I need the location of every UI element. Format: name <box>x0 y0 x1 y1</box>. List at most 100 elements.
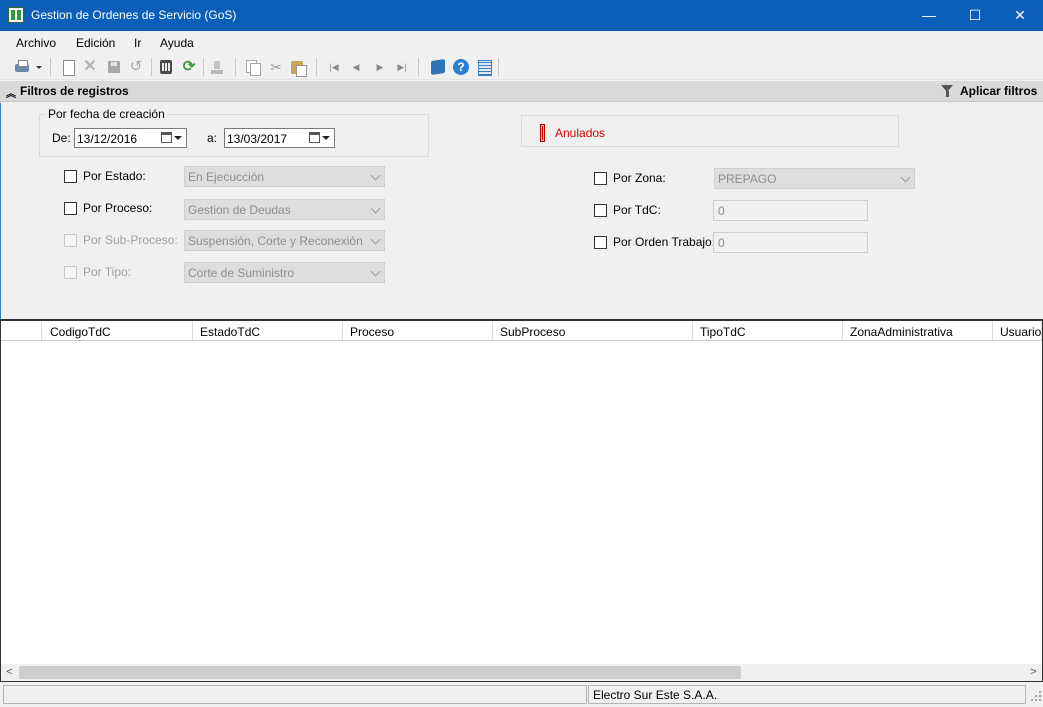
tdc-label: Por TdC: <box>613 203 661 217</box>
manual-icon[interactable] <box>430 59 446 75</box>
apply-filters-button[interactable]: Aplicar filtros <box>960 84 1037 98</box>
date-from-label: De: <box>52 131 71 145</box>
estado-select-value: En Ejecucción <box>188 170 265 184</box>
toolbar-separator <box>203 58 204 76</box>
title-bar: Gestion de Ordenes de Servicio (GoS) — ☐… <box>0 0 1043 31</box>
funnel-icon[interactable] <box>941 85 954 98</box>
chevron-down-icon <box>370 170 381 181</box>
proceso-select-value: Gestion de Deudas <box>188 203 291 217</box>
subproceso-checkbox <box>64 234 77 247</box>
row-header-corner[interactable] <box>1 321 42 341</box>
menu-edicion[interactable]: Edición <box>76 36 115 50</box>
estado-select[interactable]: En Ejecucción <box>184 166 385 187</box>
zona-checkbox[interactable] <box>594 172 607 185</box>
toolbar-separator <box>418 58 419 76</box>
toolbar-separator <box>235 58 236 76</box>
resize-grip-icon[interactable] <box>1030 690 1041 701</box>
undo-icon[interactable]: ↺ <box>128 59 144 75</box>
anulados-indicator-icon <box>540 124 545 142</box>
tipo-checkbox <box>64 266 77 279</box>
proceso-label: Por Proceso: <box>83 201 153 215</box>
maximize-button[interactable]: ☐ <box>952 0 998 31</box>
orden-trabajo-checkbox[interactable] <box>594 236 607 249</box>
minimize-button[interactable]: — <box>906 0 952 31</box>
refresh-icon[interactable]: ⟳ <box>181 59 197 75</box>
zona-select[interactable]: PREPAGO <box>714 168 915 189</box>
date-to-picker[interactable]: 13/03/2017 <box>224 128 335 148</box>
zona-label: Por Zona: <box>613 171 666 185</box>
cut-icon[interactable]: ✂ <box>268 59 284 75</box>
dropdown-arrow-icon[interactable] <box>322 136 330 140</box>
orden-trabajo-input[interactable]: 0 <box>713 232 868 253</box>
column-header-codigotdc[interactable]: CodigoTdC <box>43 321 193 341</box>
menu-archivo[interactable]: Archivo <box>16 36 56 50</box>
toolbar-separator <box>151 58 152 76</box>
results-grid[interactable]: CodigoTdC EstadoTdC Proceso SubProceso T… <box>0 319 1043 682</box>
estado-checkbox[interactable] <box>64 170 77 183</box>
save-icon[interactable] <box>106 59 122 75</box>
column-header-subproceso[interactable]: SubProceso <box>493 321 693 341</box>
tipo-label: Por Tipo: <box>83 265 132 279</box>
delete-icon[interactable]: ✕ <box>82 59 98 75</box>
column-header-usuario[interactable]: UsuarioC <box>993 321 1042 341</box>
anulados-toggle[interactable]: Anulados <box>521 115 899 147</box>
window-title: Gestion de Ordenes de Servicio (GoS) <box>31 8 237 22</box>
scroll-left-icon[interactable]: < <box>1 664 18 681</box>
filters-header[interactable]: ︽ Filtros de registros Aplicar filtros <box>0 81 1043 102</box>
dropdown-arrow-icon[interactable] <box>174 136 182 140</box>
filters-title: Filtros de registros <box>20 84 129 98</box>
menu-ayuda[interactable]: Ayuda <box>160 36 194 50</box>
zona-select-value: PREPAGO <box>718 172 777 186</box>
next-record-icon[interactable]: ▶ <box>372 59 388 75</box>
grid-header: CodigoTdC EstadoTdC Proceso SubProceso T… <box>1 321 1042 341</box>
date-to-label: a: <box>207 131 218 145</box>
menu-ir[interactable]: Ir <box>134 36 141 50</box>
column-header-tipotdc[interactable]: TipoTdC <box>693 321 843 341</box>
toolbar-separator <box>498 58 499 76</box>
anulados-label: Anulados <box>555 126 606 140</box>
column-header-estadotdc[interactable]: EstadoTdC <box>193 321 343 341</box>
estado-label: Por Estado: <box>83 169 146 183</box>
column-header-zonaadministrativa[interactable]: ZonaAdministrativa <box>843 321 993 341</box>
new-document-icon[interactable] <box>60 59 76 76</box>
proceso-select[interactable]: Gestion de Deudas <box>184 199 385 220</box>
horizontal-scrollbar[interactable]: < > <box>1 664 1042 681</box>
last-record-icon[interactable]: ▶| <box>394 59 410 75</box>
toolbar-separator <box>316 58 317 76</box>
first-record-icon[interactable]: |◀ <box>326 59 342 75</box>
subproceso-label: Por Sub-Proceso: <box>83 233 178 247</box>
printer-icon[interactable] <box>14 59 30 75</box>
column-header-proceso[interactable]: Proceso <box>343 321 493 341</box>
proceso-checkbox[interactable] <box>64 202 77 215</box>
subproceso-select-value: Suspensión, Corte y Reconexión <box>188 234 363 248</box>
previous-record-icon[interactable]: ◀ <box>348 59 364 75</box>
scroll-thumb[interactable] <box>19 666 741 679</box>
close-button[interactable]: ✕ <box>997 0 1043 31</box>
help-icon[interactable] <box>453 59 469 75</box>
copy-icon[interactable] <box>244 59 261 76</box>
date-filter-legend: Por fecha de creación <box>46 107 167 121</box>
tipo-select-value: Corte de Suministro <box>188 266 295 280</box>
date-from-picker[interactable]: 13/12/2016 <box>74 128 187 148</box>
tdc-checkbox[interactable] <box>594 204 607 217</box>
tdc-input[interactable]: 0 <box>713 200 868 221</box>
chevron-down-icon <box>370 203 381 214</box>
spreadsheet-icon[interactable] <box>476 59 492 76</box>
date-to-value: 13/03/2017 <box>227 132 288 146</box>
scroll-right-icon[interactable]: > <box>1025 664 1042 681</box>
chevron-down-icon <box>370 234 381 245</box>
paste-icon[interactable] <box>290 59 307 77</box>
date-from-value: 13/12/2016 <box>77 132 138 146</box>
calendar-icon[interactable] <box>161 132 172 143</box>
collapse-chevron-icon[interactable]: ︽ <box>6 85 16 100</box>
status-bar: Electro Sur Este S.A.A. <box>0 684 1043 707</box>
calendar-icon[interactable] <box>309 132 320 143</box>
status-pane-left <box>3 685 587 704</box>
menu-bar: Archivo Edición Ir Ayuda <box>0 31 1043 55</box>
chevron-down-icon <box>370 266 381 277</box>
subproceso-select: Suspensión, Corte y Reconexión <box>184 230 385 251</box>
calculator-icon[interactable] <box>158 59 174 75</box>
chevron-down-icon <box>900 172 911 183</box>
print-dropdown-icon[interactable] <box>36 59 42 75</box>
export-icon[interactable] <box>209 59 225 75</box>
